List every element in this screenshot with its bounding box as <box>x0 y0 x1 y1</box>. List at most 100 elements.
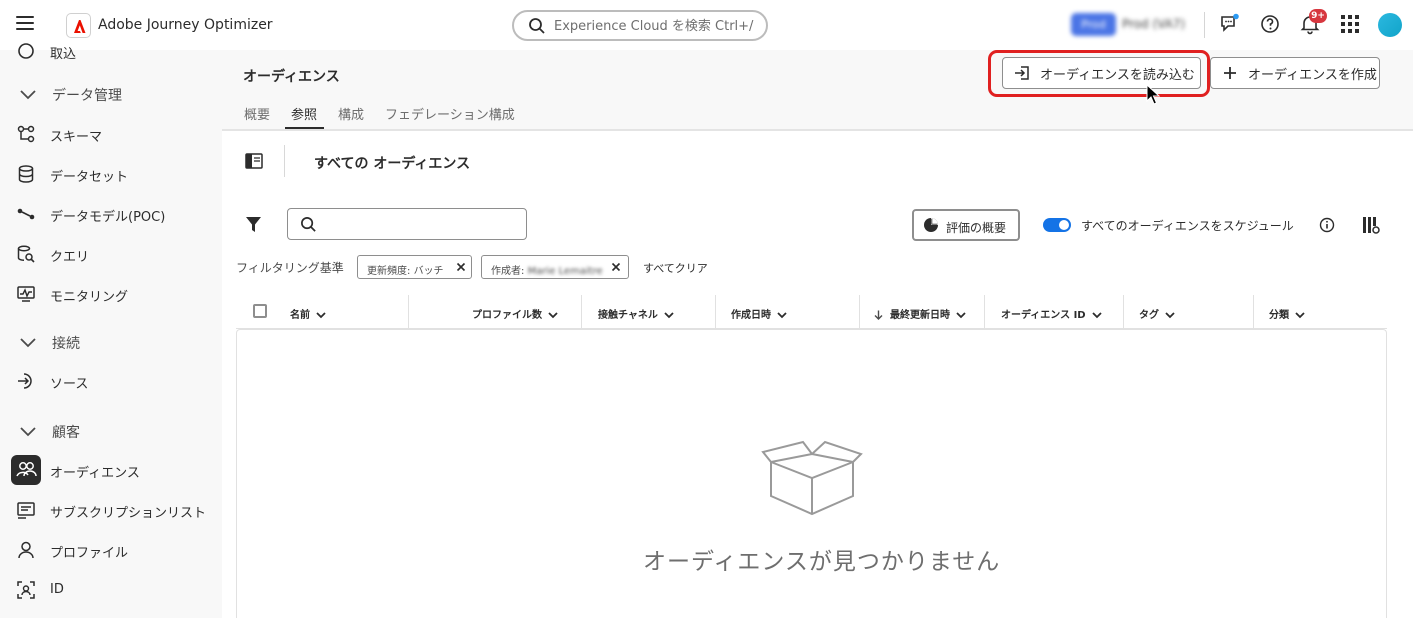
filter-by-label: フィルタリング基準 <box>236 261 344 275</box>
select-all-checkbox[interactable] <box>253 304 267 318</box>
table-header: 名前 プロファイル数 接触チャネル 作成日時 最終更新日時 オーディエンス ID… <box>236 295 1387 329</box>
clear-all-link[interactable]: すべてクリア <box>643 260 708 276</box>
close-icon[interactable] <box>456 262 466 272</box>
sidebar-item-label: モニタリング <box>50 290 129 305</box>
sidebar-item-queries[interactable]: クエリ <box>0 239 222 269</box>
column-divider <box>408 295 409 329</box>
notification-badge: 9+ <box>1309 9 1327 23</box>
chevron-down-icon <box>1165 312 1175 319</box>
hamburger-menu-icon[interactable] <box>16 16 34 34</box>
monitoring-icon <box>17 286 35 302</box>
filter-chip-update-frequency[interactable]: 更新頻度: バッチ <box>357 255 472 279</box>
column-header-audience-id[interactable]: オーディエンス ID <box>1001 306 1102 321</box>
schedule-all-toggle[interactable] <box>1043 218 1071 232</box>
plus-icon <box>1224 67 1236 79</box>
empty-state-message: オーディエンスが見つかりません <box>643 549 1001 575</box>
globe-icon <box>18 43 34 59</box>
audience-search-field[interactable] <box>287 208 527 240</box>
column-header-tags[interactable]: タグ <box>1139 306 1175 321</box>
sidebar-item-datasets[interactable]: データセット <box>0 159 222 189</box>
column-divider <box>1123 295 1124 329</box>
active-tab-indicator <box>285 127 324 129</box>
column-divider <box>715 295 716 329</box>
info-icon[interactable] <box>1319 217 1335 233</box>
divider <box>1204 12 1205 38</box>
chip-value: バッチ <box>413 266 444 277</box>
sidebar-item-profiles[interactable]: プロファイル <box>0 535 222 565</box>
search-icon <box>301 217 316 232</box>
close-icon[interactable] <box>611 262 621 272</box>
sidebar-section-label: 接続 <box>52 336 80 352</box>
feedback-icon[interactable] <box>1219 13 1241 35</box>
data-model-icon <box>17 208 35 220</box>
filter-icon[interactable] <box>245 216 262 233</box>
content-title: すべての オーディエンス <box>314 156 471 172</box>
column-header-profile-count[interactable]: プロファイル数 <box>472 306 558 321</box>
panel-toggle-icon[interactable] <box>245 153 263 169</box>
sidebar-section-label: 顧客 <box>52 425 80 441</box>
tab-compositions[interactable]: 構成 <box>338 104 364 123</box>
chip-prefix: 更新頻度: <box>367 266 414 277</box>
sidebar-item-subscription-lists[interactable]: サブスクリプションリスト <box>0 495 222 525</box>
sidebar-item-ingest[interactable]: 取込 <box>0 36 222 66</box>
sidebar-section-data-management[interactable]: データ管理 <box>0 78 222 108</box>
evaluation-summary-button[interactable]: 評価の概要 <box>912 209 1020 241</box>
schema-icon <box>17 125 35 143</box>
highlight-box <box>988 50 1210 97</box>
sidebar-section-label: データ管理 <box>52 88 122 104</box>
sidebar-item-label: ID <box>50 582 64 597</box>
tab-federated-compositions[interactable]: フェデレーション構成 <box>385 104 515 123</box>
chevron-down-icon <box>664 312 674 319</box>
help-icon[interactable] <box>1259 13 1281 35</box>
sidebar-item-label: オーディエンス <box>50 466 140 481</box>
identity-icon <box>17 581 35 599</box>
search-input[interactable] <box>554 17 759 35</box>
chevron-down-icon <box>777 312 787 319</box>
column-header-classification[interactable]: 分類 <box>1269 306 1305 321</box>
sidebar-item-label: スキーマ <box>50 130 103 145</box>
audience-icon <box>11 455 41 485</box>
sidebar-item-label: 取込 <box>50 47 77 62</box>
chevron-down-icon <box>316 312 326 319</box>
chevron-down-icon <box>20 427 36 437</box>
tab-overview[interactable]: 概要 <box>244 104 270 123</box>
org-badge[interactable]: Prod <box>1071 13 1116 36</box>
source-icon <box>18 373 32 389</box>
sidebar-item-label: データセット <box>50 170 129 185</box>
column-header-created[interactable]: 作成日時 <box>731 306 787 321</box>
sidebar: 取込 データ管理 スキーマ データセット データモデル(POC) クエリ モニタ… <box>0 43 222 618</box>
sidebar-item-sources[interactable]: ソース <box>0 366 222 396</box>
sidebar-section-connections[interactable]: 接続 <box>0 326 222 356</box>
sidebar-item-data-model[interactable]: データモデル(POC) <box>0 199 222 229</box>
sidebar-item-monitoring[interactable]: モニタリング <box>0 279 222 309</box>
chip-prefix: 作成者: <box>491 266 528 277</box>
pie-chart-icon <box>924 218 938 232</box>
column-divider <box>984 295 985 329</box>
query-icon <box>17 245 35 263</box>
sidebar-section-customer[interactable]: 顧客 <box>0 415 222 445</box>
column-header-channel[interactable]: 接触チャネル <box>598 306 674 321</box>
sidebar-item-schema[interactable]: スキーマ <box>0 119 222 149</box>
column-header-name[interactable]: 名前 <box>290 306 326 321</box>
search-icon <box>529 18 545 34</box>
apps-grid-icon[interactable] <box>1339 13 1361 35</box>
sidebar-item-audiences[interactable]: オーディエンス <box>0 455 222 485</box>
sidebar-item-identities[interactable]: ID <box>0 575 222 605</box>
adobe-logo-icon[interactable] <box>66 13 91 38</box>
column-settings-icon[interactable] <box>1361 215 1381 235</box>
global-search[interactable] <box>512 10 768 41</box>
create-audience-label: オーディエンスを作成 <box>1248 67 1377 83</box>
filter-chip-created-by[interactable]: 作成者: Marie Lemaitre <box>481 255 629 279</box>
column-divider <box>1253 295 1254 329</box>
avatar[interactable] <box>1378 13 1402 37</box>
app-title[interactable]: Adobe Journey Optimizer <box>98 17 273 33</box>
column-divider <box>859 295 860 329</box>
org-name[interactable]: Prod (VA7) <box>1122 17 1185 31</box>
sidebar-item-label: ソース <box>50 377 89 392</box>
column-header-last-updated[interactable]: 最終更新日時 <box>874 306 966 321</box>
page-title: オーディエンス <box>243 69 340 85</box>
create-audience-button[interactable]: オーディエンスを作成 <box>1210 57 1380 89</box>
chip-value: Marie Lemaitre <box>527 266 603 277</box>
sidebar-item-label: クエリ <box>50 250 90 265</box>
tab-browse[interactable]: 参照 <box>291 104 317 123</box>
